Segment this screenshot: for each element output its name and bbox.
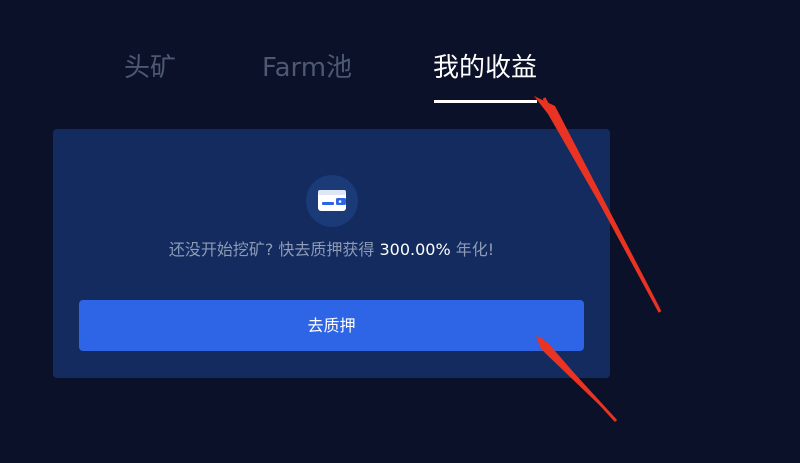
annotation-arrows — [534, 96, 662, 423]
mining-page: 头矿 Farm池 我的收益 还没开始挖矿? 快去质押获得 300.00% 年化!… — [0, 0, 800, 463]
